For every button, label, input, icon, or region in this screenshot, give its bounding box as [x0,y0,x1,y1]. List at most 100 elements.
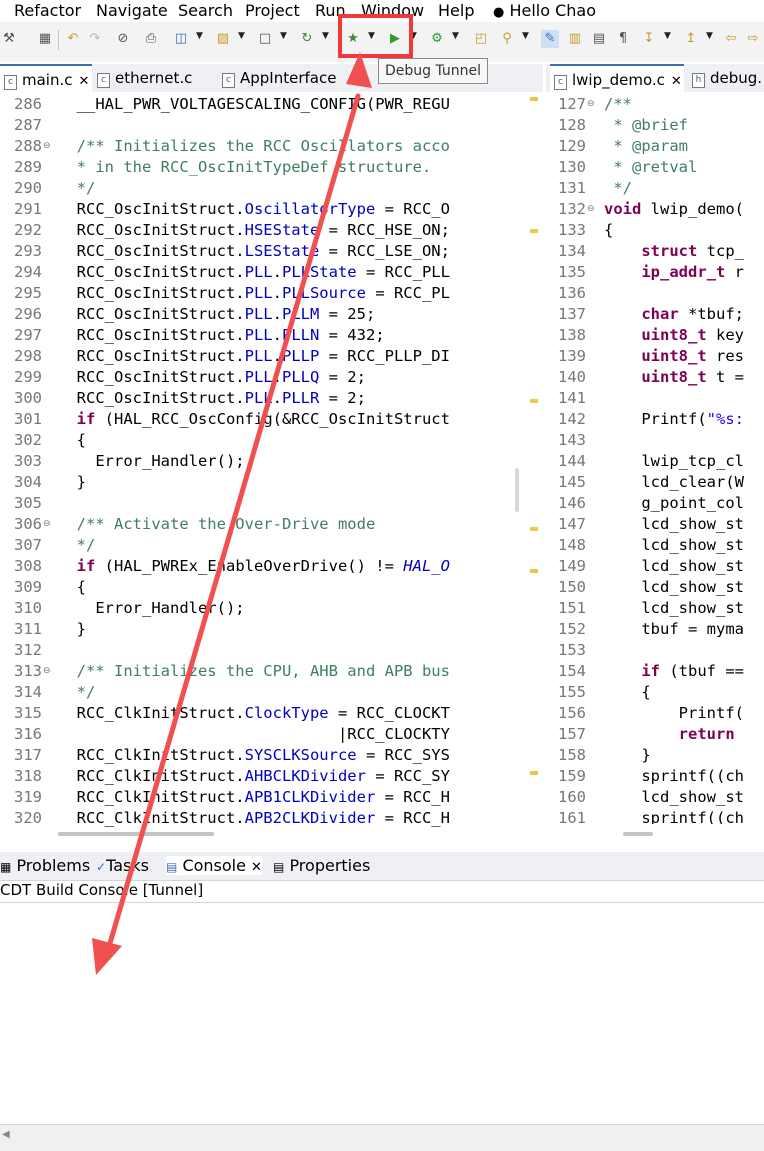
line-number: 297 [14,326,42,344]
menu-refactor[interactable]: Refactor [14,1,81,20]
close-icon[interactable]: ✕ [79,74,90,89]
next-annotation-icon[interactable]: ↧ [640,30,658,48]
chevron-down-icon[interactable]: ▼ [322,31,329,41]
undo-icon[interactable]: ↶ [64,30,82,48]
line-number: 290 [14,179,42,197]
code-line: RCC_OscInitStruct.PLL.PLLQ = 2; [58,368,366,386]
toggle-mark-occurrences-icon[interactable]: ✎ [541,30,559,48]
menu-help[interactable]: Help [438,1,474,20]
code-line: uint8_t res [641,347,744,365]
fold-toggle-icon[interactable]: ⊖ [43,141,51,151]
tab-appinterface[interactable]: c AppInterface [222,64,342,92]
chevron-down-icon[interactable]: ▼ [452,31,459,41]
new-file-icon[interactable]: □ [256,30,274,48]
chevron-down-icon[interactable]: ▼ [706,31,713,41]
code-line: sprintf((ch [604,767,744,785]
code-line: lcd_show_st [604,536,744,554]
tab-debug[interactable]: h debug. [692,64,764,92]
line-number: 156 [558,704,586,722]
block-select-icon[interactable]: ▤ [590,30,608,48]
refresh-icon[interactable]: ↻ [298,30,316,48]
overview-ruler-mark[interactable] [530,527,538,531]
show-whitespace-icon[interactable]: ¶ [614,30,632,48]
back-icon[interactable]: ⇦ [722,30,740,48]
tab-properties[interactable]: ▤ Properties [273,856,370,875]
code-line: uint8_t key [641,326,744,344]
console-output[interactable] [0,902,764,1125]
toggle-highlight-icon[interactable]: ▥ [566,30,584,48]
code-line: lcd_clear(W [604,473,744,491]
overview-ruler-mark[interactable] [530,229,538,233]
line-number: 318 [14,767,42,785]
tab-tasks[interactable]: ✓Tasks [96,856,149,875]
external-tools-icon[interactable]: ⚙ [428,30,446,48]
overview-ruler-mark[interactable] [530,771,538,775]
search-icon[interactable]: ⚲ [498,30,516,48]
chevron-down-icon[interactable]: ▼ [196,31,203,41]
prev-annotation-icon[interactable]: ↥ [682,30,700,48]
c-file-icon: c [222,73,235,88]
line-number: 315 [14,704,42,722]
line-number: 309 [14,578,42,596]
code-line: * in the RCC_OscInitTypeDef structure. [58,158,432,176]
code-line: RCC_OscInitStruct.PLL.PLLM = 25; [58,305,376,323]
tab-main-c[interactable]: c main.c ✕ [0,64,92,92]
menu-navigate[interactable]: Navigate [96,1,168,20]
tab-console[interactable]: ▤ Console ✕ [166,856,262,875]
binary-icon[interactable]: ▦ [36,30,54,48]
chevron-down-icon[interactable]: ▼ [522,31,529,41]
chevron-down-icon[interactable]: ▼ [664,31,671,41]
properties-icon: ▤ [273,860,285,874]
c-file-icon: c [4,75,17,90]
tab-label: ethernet.c [115,69,193,87]
code-line: lcd_show_st [604,599,744,617]
editor-horizontal-scrollbar[interactable] [623,832,653,836]
fold-toggle-icon[interactable]: ⊖ [587,99,595,109]
overview-ruler-mark[interactable] [530,399,538,403]
line-number: 288 [14,137,42,155]
open-type-icon[interactable]: ◰ [472,30,490,48]
skip-breakpoints-icon[interactable]: ⊘ [114,30,132,48]
overview-ruler-mark[interactable] [530,97,538,101]
user-menu[interactable]: ● Hello Chao [493,1,596,20]
line-number: 135 [558,263,586,281]
close-icon[interactable]: ✕ [671,74,682,89]
editor-horizontal-scrollbar[interactable] [58,832,214,836]
tab-problems[interactable]: ▦ Problems [0,856,90,875]
chevron-down-icon[interactable]: ▼ [280,31,287,41]
chevron-down-icon[interactable]: ▼ [238,31,245,41]
line-number: 136 [558,284,586,302]
menu-search[interactable]: Search [178,1,233,20]
tab-lwip-demo-c[interactable]: c lwip_demo.c ✕ [550,64,684,92]
fold-toggle-icon[interactable]: ⊖ [587,204,595,214]
tab-ethernet-c[interactable]: c ethernet.c [97,64,213,92]
forward-icon[interactable]: ⇨ [744,30,762,48]
fold-toggle-icon[interactable]: ⊖ [43,666,51,676]
fold-toggle-icon[interactable]: ⊖ [43,519,51,529]
line-number: 317 [14,746,42,764]
wrench-icon[interactable]: ⚒ [0,30,18,48]
open-folder-icon[interactable]: ▨ [214,30,232,48]
line-number: 293 [14,242,42,260]
code-line: * @retval [604,158,698,176]
code-line: { [58,578,86,596]
code-editor-lwip-demo-c[interactable]: 127 ⊖/** 128 * @brief 129 * @param 130 * @re… [546,92,764,824]
close-icon[interactable]: ✕ [251,860,262,875]
tab-label: lwip_demo.c [572,71,665,89]
code-line: struct tcp_ [641,242,744,260]
debug-button-highlight-box [338,14,413,58]
problems-icon: ▦ [0,860,12,874]
editor-vertical-scrollbar[interactable] [515,468,519,512]
line-number: 153 [558,641,586,659]
tab-label: debug. [710,69,763,87]
scroll-left-icon[interactable]: ◀ [2,1129,10,1140]
print-icon[interactable]: ⎙ [142,30,160,48]
code-line: RCC_OscInitStruct.PLL.PLLR = 2; [58,389,366,407]
code-editor-main-c[interactable]: 286 __HAL_PWR_VOLTAGESCALING_CONFIG(PWR_… [0,92,543,850]
line-number: 132 [558,200,586,218]
menu-project[interactable]: Project [245,1,300,20]
redo-icon[interactable]: ↷ [86,30,104,48]
new-project-icon[interactable]: ◫ [172,30,190,48]
line-number: 299 [14,368,42,386]
overview-ruler-mark[interactable] [530,569,538,573]
